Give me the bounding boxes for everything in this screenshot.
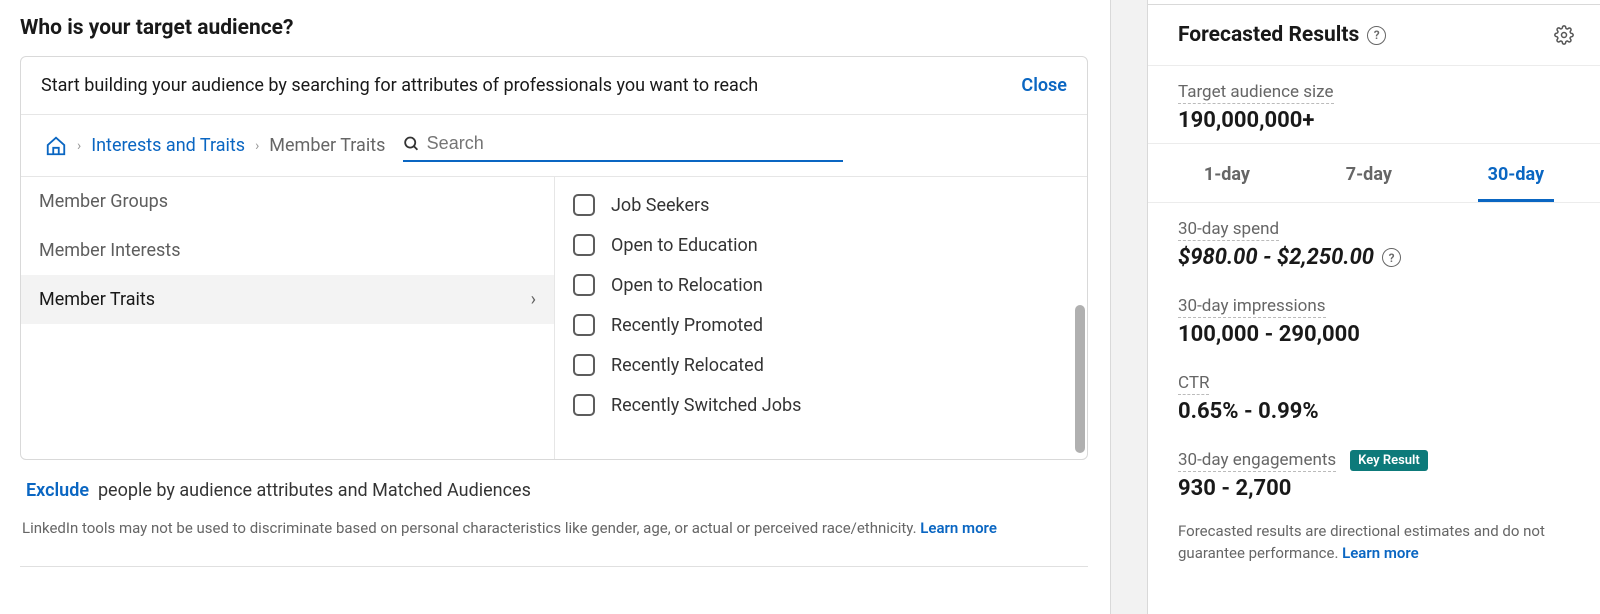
key-result-badge: Key Result	[1350, 450, 1428, 471]
tab-7-day[interactable]: 7-day	[1336, 158, 1402, 202]
disclaimer-text: LinkedIn tools may not be used to discri…	[22, 519, 920, 537]
tab-1-day[interactable]: 1-day	[1194, 158, 1260, 202]
checkbox[interactable]	[573, 394, 595, 416]
tab-30-day[interactable]: 30-day	[1478, 158, 1554, 202]
learn-more-link[interactable]: Learn more	[920, 519, 997, 537]
impressions-value: 100,000 - 290,000	[1178, 322, 1570, 347]
spend-label: 30-day spend	[1178, 219, 1279, 241]
trait-label: Open to Education	[611, 235, 758, 256]
engagements-label: 30-day engagements	[1178, 450, 1336, 472]
checkbox[interactable]	[573, 314, 595, 336]
spend-value: $980.00 - $2,250.00 ?	[1178, 245, 1570, 270]
checkbox[interactable]	[573, 234, 595, 256]
chevron-right-icon: ›	[77, 138, 81, 154]
trait-option[interactable]: Recently Relocated	[555, 345, 1087, 385]
ctr-value: 0.65% - 0.99%	[1178, 399, 1570, 424]
trait-option[interactable]: Job Seekers	[555, 185, 1087, 225]
breadcrumb: › Interests and Traits › Member Traits	[21, 115, 1087, 177]
checkbox[interactable]	[573, 274, 595, 296]
audience-panel: Start building your audience by searchin…	[20, 56, 1088, 460]
checkbox[interactable]	[573, 354, 595, 376]
trait-label: Recently Promoted	[611, 315, 763, 336]
audience-size-value: 190,000,000+	[1178, 108, 1570, 133]
close-button[interactable]: Close	[1021, 75, 1067, 96]
trait-label: Job Seekers	[611, 195, 709, 216]
audience-size-label: Target audience size	[1178, 82, 1334, 104]
chevron-right-icon: ›	[531, 289, 536, 310]
panel-description: Start building your audience by searchin…	[41, 75, 758, 96]
trait-label: Recently Switched Jobs	[611, 395, 801, 416]
category-label: Member Traits	[39, 289, 155, 310]
gear-icon[interactable]	[1554, 25, 1574, 45]
category-member-traits[interactable]: Member Traits ›	[21, 275, 554, 324]
search-input[interactable]	[421, 129, 844, 158]
divider	[20, 566, 1088, 567]
category-list: Member Groups Member Interests Member Tr…	[21, 177, 555, 459]
ctr-label: CTR	[1178, 373, 1209, 395]
disclaimer: LinkedIn tools may not be used to discri…	[20, 509, 1088, 548]
category-member-interests[interactable]: Member Interests	[21, 226, 554, 275]
column-divider	[1110, 0, 1148, 614]
breadcrumb-link[interactable]: Interests and Traits	[91, 135, 245, 156]
page-title: Who is your target audience?	[20, 16, 1110, 40]
trait-option[interactable]: Recently Promoted	[555, 305, 1087, 345]
exclude-row: Exclude people by audience attributes an…	[20, 460, 1110, 509]
category-label: Member Groups	[39, 191, 168, 212]
chevron-right-icon: ›	[255, 138, 259, 154]
trait-option[interactable]: Open to Education	[555, 225, 1087, 265]
impressions-label: 30-day impressions	[1178, 296, 1326, 318]
sidebar-title-text: Forecasted Results	[1178, 23, 1359, 47]
exclude-button[interactable]: Exclude	[26, 480, 89, 501]
help-icon[interactable]: ?	[1367, 26, 1386, 45]
forecast-note: Forecasted results are directional estim…	[1148, 511, 1600, 565]
scrollbar[interactable]	[1075, 305, 1085, 453]
trait-option[interactable]: Recently Switched Jobs	[555, 385, 1087, 425]
learn-more-link[interactable]: Learn more	[1342, 544, 1419, 562]
checkbox[interactable]	[573, 194, 595, 216]
trait-label: Recently Relocated	[611, 355, 764, 376]
trait-label: Open to Relocation	[611, 275, 763, 296]
breadcrumb-current: Member Traits	[269, 135, 385, 156]
home-icon[interactable]	[45, 135, 67, 157]
sidebar-title: Forecasted Results ?	[1178, 23, 1386, 47]
engagements-value: 930 - 2,700	[1178, 476, 1570, 501]
search-icon	[403, 135, 420, 153]
forecast-tabs: 1-day 7-day 30-day	[1148, 144, 1600, 203]
category-label: Member Interests	[39, 240, 180, 261]
exclude-text: people by audience attributes and Matche…	[98, 480, 531, 501]
spend-value-text: $980.00 - $2,250.00	[1178, 245, 1374, 270]
search-field[interactable]	[403, 129, 843, 162]
trait-option[interactable]: Open to Relocation	[555, 265, 1087, 305]
trait-list: Job Seekers Open to Education Open to Re…	[555, 177, 1087, 459]
help-icon[interactable]: ?	[1382, 248, 1401, 267]
forecast-sidebar: Forecasted Results ? Target audience siz…	[1148, 4, 1600, 614]
category-member-groups[interactable]: Member Groups	[21, 177, 554, 226]
